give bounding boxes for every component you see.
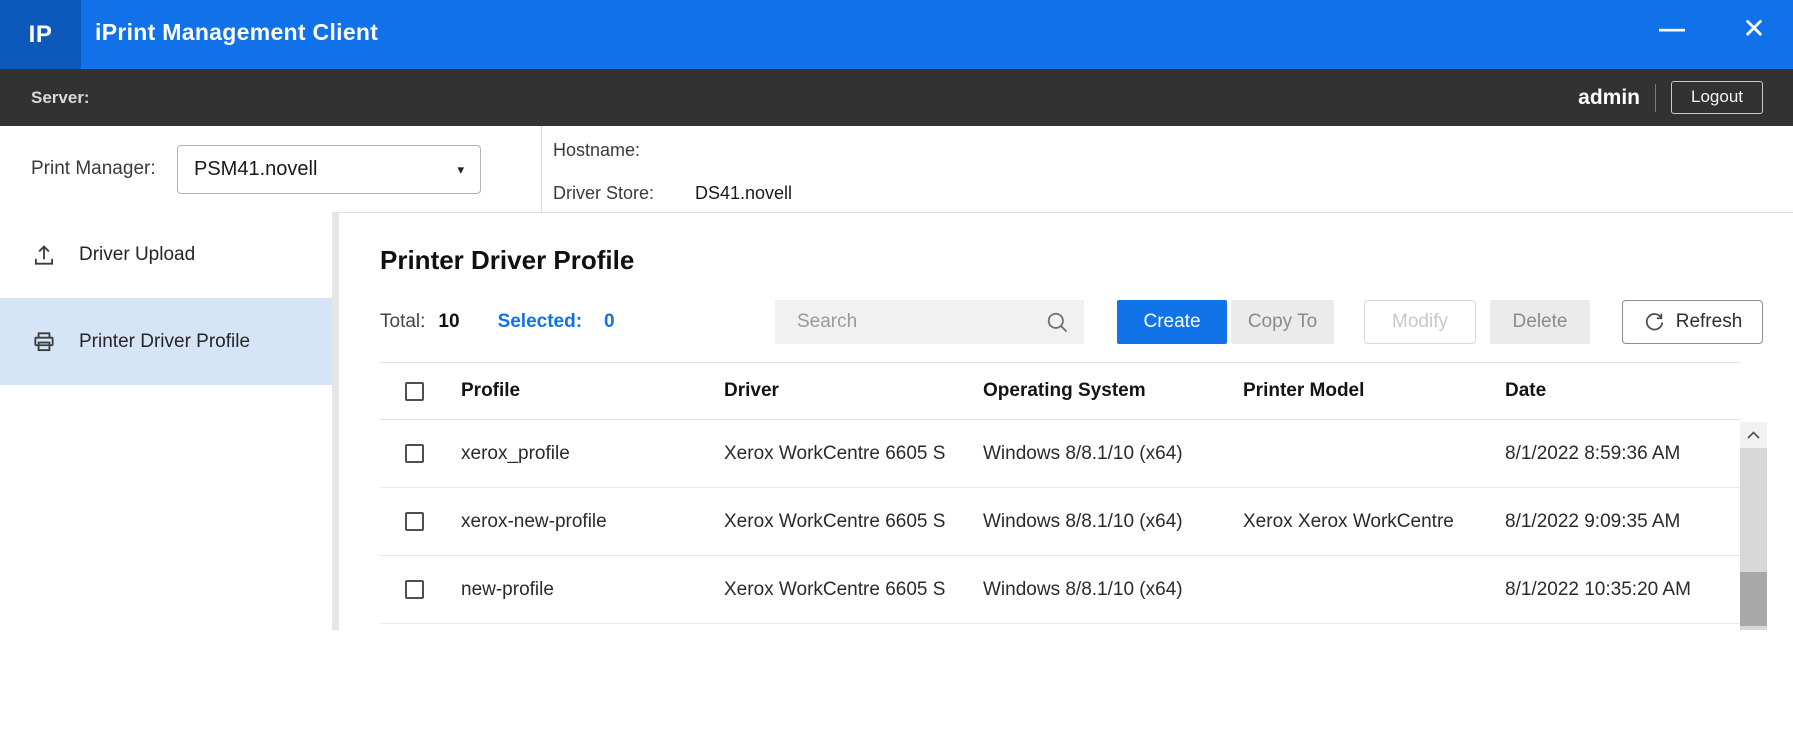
table-row[interactable]: new-profile Xerox WorkCentre 6605 S Wind… [380, 556, 1740, 624]
date-cell: 8/1/2022 8:59:36 AM [1505, 420, 1680, 487]
os-cell: Windows 8/8.1/10 (x64) [983, 556, 1183, 623]
printer-model-cell [1243, 556, 1495, 623]
driver-cell: Xerox WorkCentre 6605 S [724, 556, 954, 623]
sidebar-item-label: Printer Driver Profile [79, 331, 250, 353]
server-bar: Server: admin Logout [0, 69, 1793, 126]
row-select-cell [405, 488, 424, 555]
app-title: iPrint Management Client [95, 0, 378, 64]
table-row[interactable]: xerox-new-profile Xerox WorkCentre 6605 … [380, 488, 1740, 556]
total-label: Total: [380, 311, 425, 333]
totals-bar: Total: 10 Selected: 0 [380, 300, 615, 344]
connection-panel: Print Manager: PSM41.novell ▾ Hostname: … [0, 126, 1793, 213]
profiles-table: Profile Driver Operating System Printer … [380, 362, 1740, 624]
column-header-profile: Profile [461, 363, 520, 419]
sidebar-divider [332, 212, 339, 630]
server-user-area: admin Logout [1578, 69, 1763, 126]
refresh-icon [1643, 311, 1666, 334]
sidebar-item-driver-upload[interactable]: Driver Upload [0, 212, 332, 298]
search-box [775, 300, 1084, 344]
driver-store-row: Driver Store: DS41.novell [553, 179, 792, 207]
print-manager-label: Print Manager: [31, 126, 156, 212]
row-checkbox[interactable] [405, 580, 424, 599]
driver-cell: Xerox WorkCentre 6605 S [724, 488, 954, 555]
select-all-checkbox[interactable] [405, 382, 424, 401]
minimize-icon: — [1659, 13, 1685, 44]
printer-model-cell: Xerox Xerox WorkCentre [1243, 488, 1495, 555]
refresh-button[interactable]: Refresh [1622, 300, 1763, 344]
profile-cell: xerox_profile [461, 420, 570, 487]
page-title: Printer Driver Profile [380, 245, 634, 276]
selected-value: 0 [604, 311, 615, 333]
printer-model-cell [1243, 420, 1495, 487]
column-header-date: Date [1505, 363, 1546, 419]
logged-in-user: admin [1578, 86, 1640, 110]
selected-label: Selected: [498, 311, 582, 333]
copy-to-button[interactable]: Copy To [1231, 300, 1334, 344]
sidebar-item-printer-driver-profile[interactable]: Printer Driver Profile [0, 298, 332, 385]
driver-store-label: Driver Store: [553, 183, 695, 204]
titlebar: IP iPrint Management Client — ✕ [0, 0, 1793, 69]
close-button[interactable]: ✕ [1732, 0, 1776, 56]
search-input[interactable] [795, 310, 1044, 334]
search-icon [1044, 309, 1071, 336]
profile-cell: new-profile [461, 556, 554, 623]
logout-button[interactable]: Logout [1671, 81, 1763, 114]
os-cell: Windows 8/8.1/10 (x64) [983, 420, 1183, 487]
row-select-cell [405, 420, 424, 487]
minimize-button[interactable]: — [1650, 0, 1694, 56]
row-checkbox[interactable] [405, 444, 424, 463]
scrollbar-thumb[interactable] [1740, 572, 1767, 626]
server-label: Server: [31, 69, 90, 126]
driver-store-value: DS41.novell [695, 183, 792, 204]
profile-cell: xerox-new-profile [461, 488, 607, 555]
chevron-up-icon [1746, 430, 1761, 440]
os-cell: Windows 8/8.1/10 (x64) [983, 488, 1183, 555]
modify-button[interactable]: Modify [1364, 300, 1476, 344]
hostname-row: Hostname: [553, 136, 695, 164]
column-header-operating-system: Operating System [983, 363, 1146, 419]
close-icon: ✕ [1742, 12, 1765, 45]
total-value: 10 [438, 311, 459, 333]
create-button[interactable]: Create [1117, 300, 1227, 344]
column-header-driver: Driver [724, 363, 954, 419]
date-cell: 8/1/2022 10:35:20 AM [1505, 556, 1691, 623]
sidebar-item-label: Driver Upload [79, 244, 195, 266]
printer-icon [31, 329, 57, 355]
driver-cell: Xerox WorkCentre 6605 S [724, 420, 954, 487]
column-header-printer-model: Printer Model [1243, 363, 1495, 419]
app-logo: IP [0, 0, 81, 69]
row-checkbox[interactable] [405, 512, 424, 531]
upload-icon [31, 242, 57, 268]
table-scrollbar[interactable] [1740, 422, 1767, 630]
table-row[interactable]: xerox_profile Xerox WorkCentre 6605 S Wi… [380, 420, 1740, 488]
chevron-down-icon: ▾ [457, 162, 464, 178]
scroll-up-button[interactable] [1740, 422, 1767, 448]
refresh-label: Refresh [1676, 311, 1743, 333]
print-manager-dropdown[interactable]: PSM41.novell ▾ [177, 145, 481, 194]
row-select-cell [405, 556, 424, 623]
hostname-label: Hostname: [553, 140, 695, 161]
app-window: IP iPrint Management Client — ✕ Server: … [0, 0, 1793, 753]
vertical-divider [1655, 84, 1656, 112]
table-header-row: Profile Driver Operating System Printer … [380, 363, 1740, 420]
print-manager-value: PSM41.novell [194, 158, 317, 181]
panel-divider [541, 126, 542, 212]
delete-button[interactable]: Delete [1490, 300, 1590, 344]
select-all-cell [405, 363, 424, 419]
date-cell: 8/1/2022 9:09:35 AM [1505, 488, 1680, 555]
